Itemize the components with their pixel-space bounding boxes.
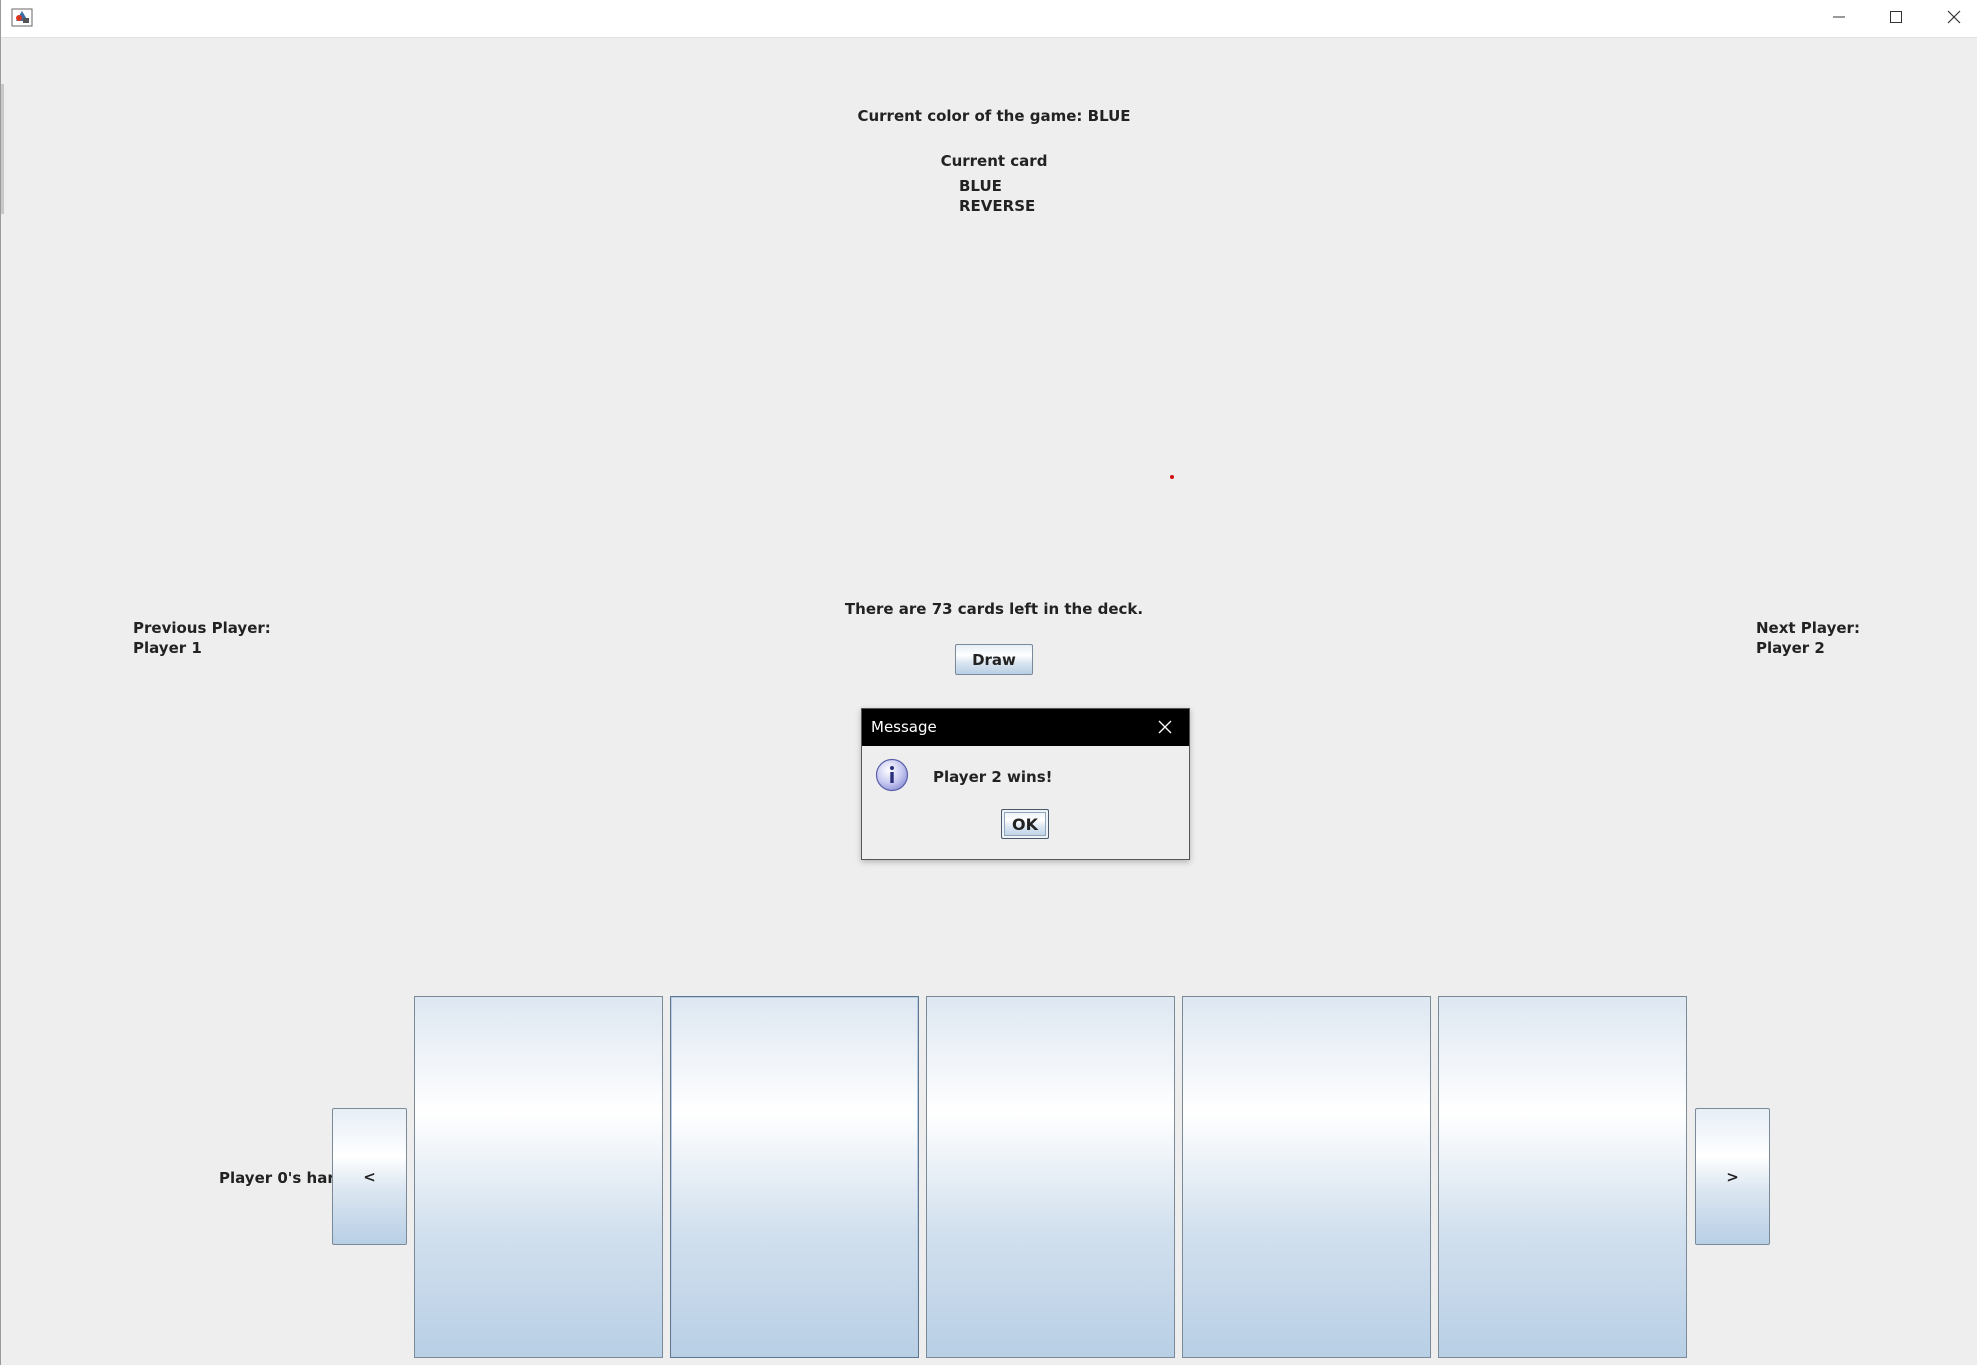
- maximize-icon: [1890, 11, 1902, 23]
- left-edge-scroll-mark: [1, 84, 4, 214]
- dialog-ok-button[interactable]: OK: [1001, 809, 1049, 839]
- current-card-value: REVERSE: [959, 197, 1036, 215]
- next-player-name: Player 2: [1756, 639, 1825, 657]
- previous-player-label: Previous Player:: [133, 619, 271, 637]
- dialog-message: Player 2 wins!: [933, 768, 1053, 786]
- game-window: Current color of the game: BLUE Current …: [0, 0, 1977, 1365]
- dialog-titlebar[interactable]: Message: [862, 709, 1189, 746]
- mouse-cursor-dot: [1170, 475, 1174, 479]
- hand-prev-page-button[interactable]: <: [332, 1108, 407, 1245]
- next-player-label: Next Player:: [1756, 619, 1860, 637]
- deck-status-label: There are 73 cards left in the deck.: [844, 600, 1144, 618]
- hand-card-3[interactable]: [926, 996, 1175, 1358]
- hand-card-2[interactable]: [670, 996, 919, 1358]
- hand-card-5[interactable]: [1438, 996, 1687, 1358]
- hand-card-4[interactable]: [1182, 996, 1431, 1358]
- current-card-color: BLUE: [959, 177, 1002, 195]
- close-icon: [1158, 720, 1172, 734]
- message-dialog: Message Player 2 wins! OK: [861, 708, 1190, 860]
- draw-button[interactable]: Draw: [955, 644, 1033, 675]
- dialog-title: Message: [871, 718, 937, 736]
- current-color-label: Current color of the game: BLUE: [857, 107, 1131, 125]
- close-window-button[interactable]: [1926, 0, 1977, 34]
- current-card-heading: Current card: [940, 152, 1048, 170]
- previous-player-name: Player 1: [133, 639, 202, 657]
- minimize-button[interactable]: [1811, 0, 1867, 34]
- close-icon: [1947, 10, 1961, 24]
- maximize-button[interactable]: [1868, 0, 1924, 34]
- hand-next-page-button[interactable]: >: [1695, 1108, 1770, 1245]
- hand-card-1[interactable]: [414, 996, 663, 1358]
- info-icon: [875, 758, 909, 792]
- minimize-icon: [1833, 16, 1845, 18]
- dialog-close-button[interactable]: [1149, 713, 1181, 741]
- java-app-icon: [11, 6, 33, 28]
- window-titlebar[interactable]: [1, 0, 1977, 38]
- hand-label: Player 0's hand: [219, 1169, 349, 1187]
